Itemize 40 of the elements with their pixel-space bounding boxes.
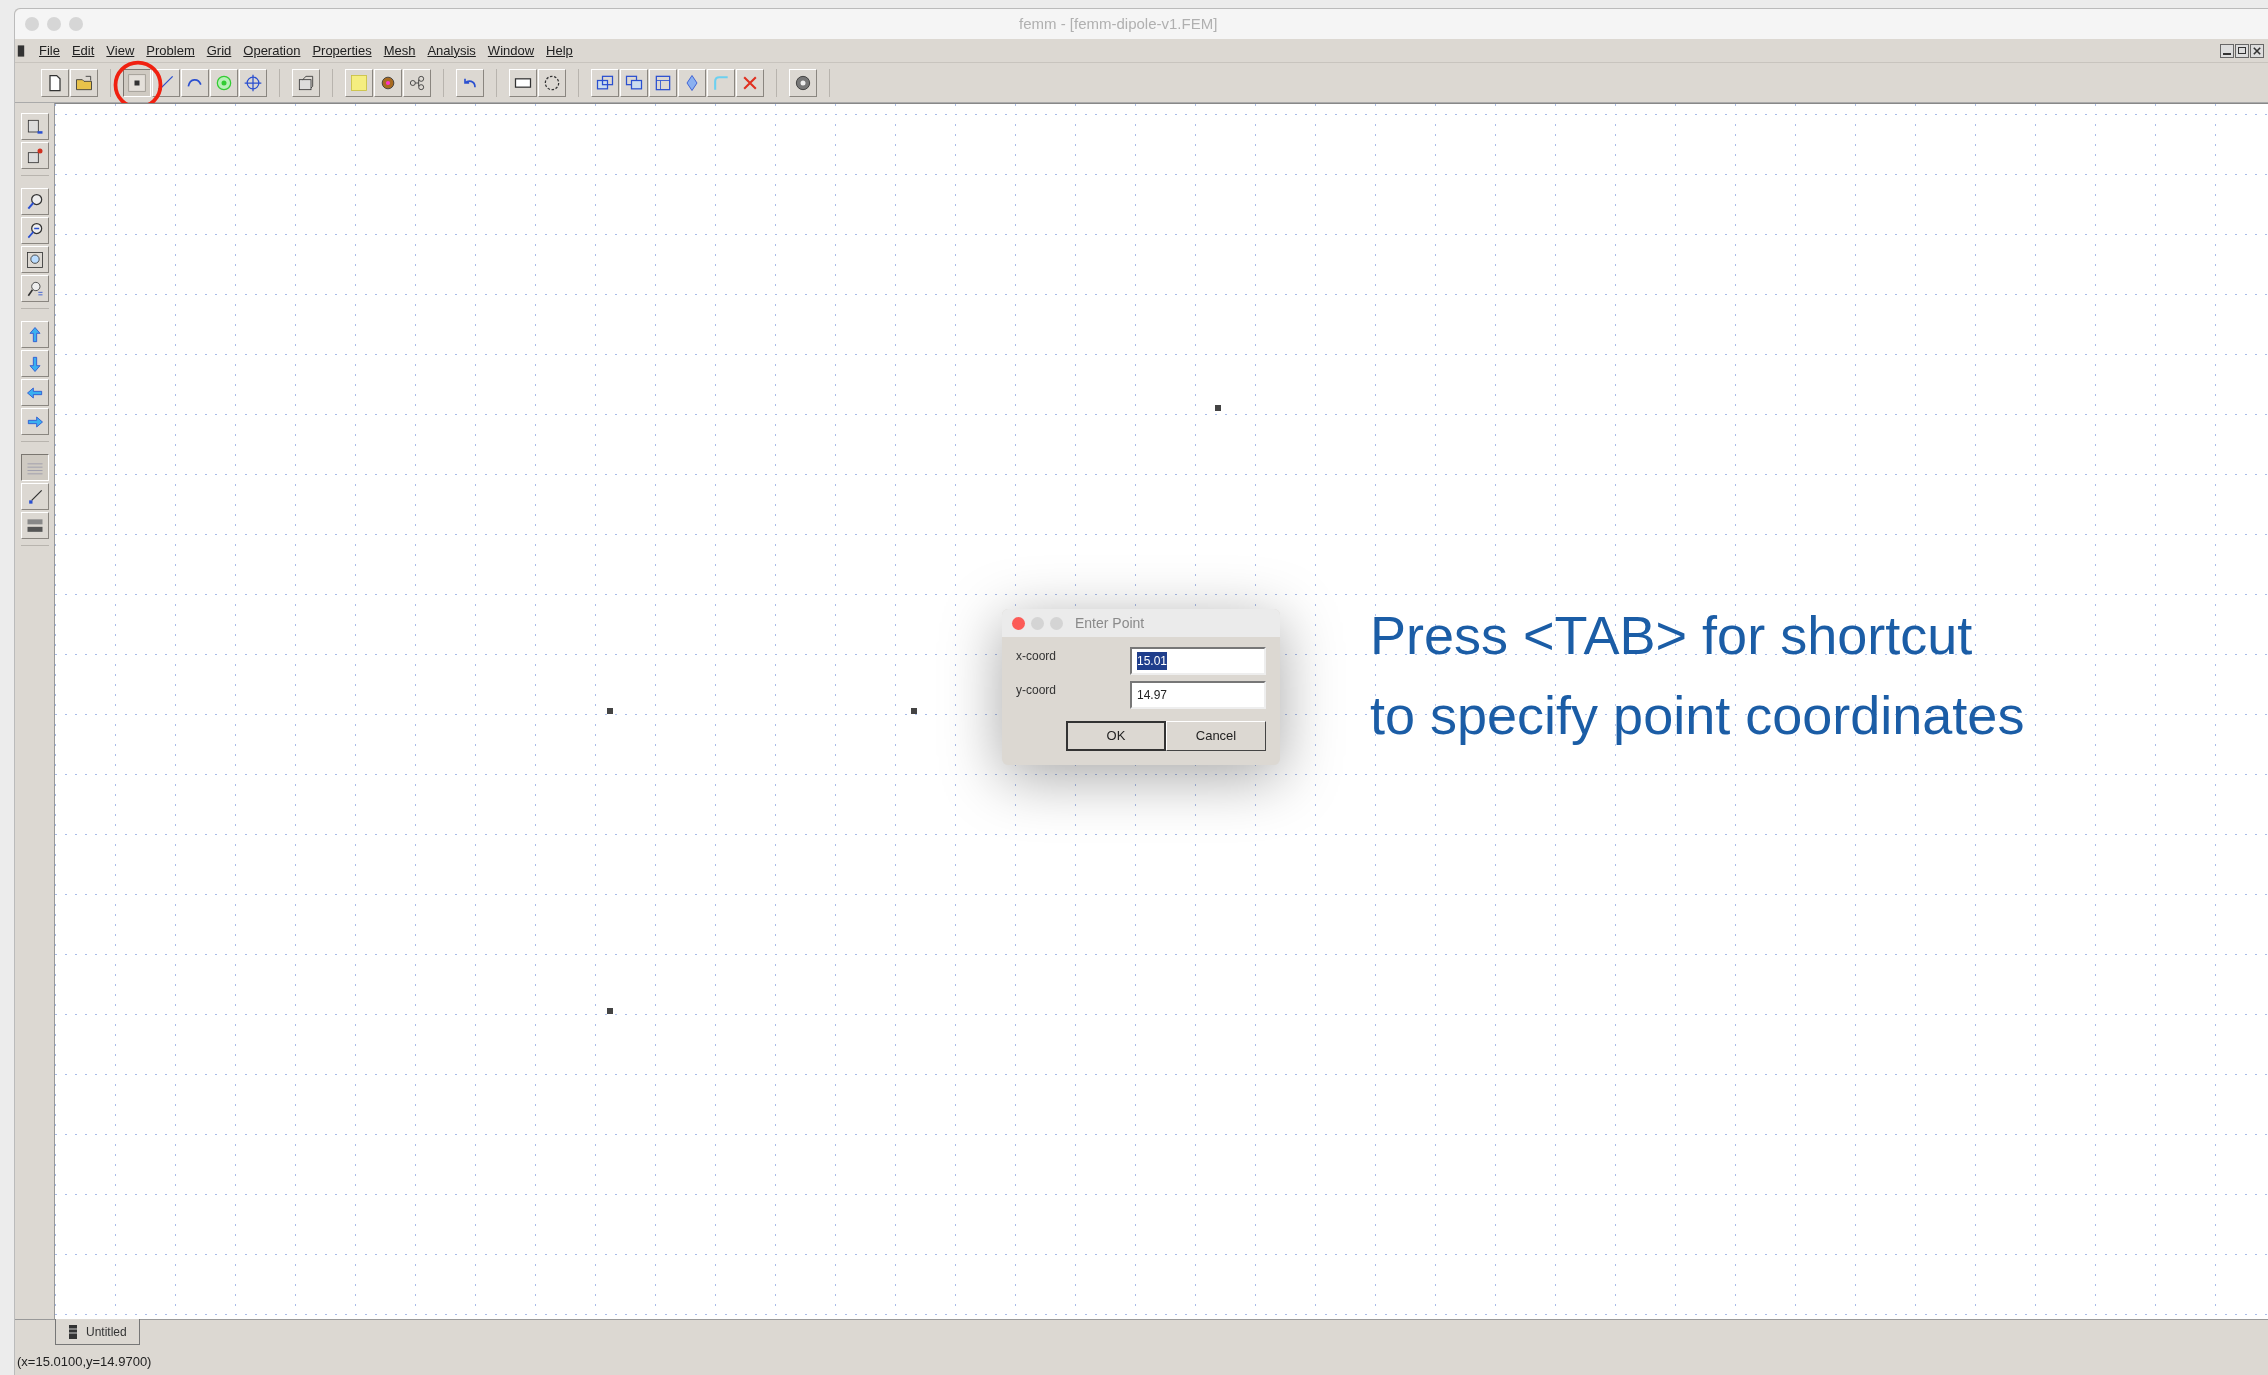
status-text: (x=15.0100,y=14.9700): [17, 1353, 152, 1372]
dialog-title: Enter Point: [1075, 613, 1145, 633]
dialog-button[interactable]: Cancel: [1166, 721, 1266, 751]
node-point[interactable]: [1215, 405, 1221, 411]
node-point[interactable]: [911, 708, 917, 714]
dialog-button[interactable]: OK: [1066, 721, 1166, 751]
restore-icon[interactable]: [2235, 43, 2249, 58]
menu-item[interactable]: Analysis: [421, 40, 482, 61]
menu-item[interactable]: Window: [481, 40, 541, 61]
input-field[interactable]: 14.97: [1130, 681, 1266, 709]
callout-text: Press <TAB> for shortcut: [1370, 604, 1974, 666]
node-point[interactable]: [607, 1008, 613, 1014]
menu-item[interactable]: Mesh: [377, 40, 422, 61]
menu-item[interactable]: Help: [540, 40, 579, 61]
drawing-canvas[interactable]: Enter Point x-coord 15.01 y-coord 14.97 OK Cancel Press <TAB> for shortcut to specify point coordinates: [55, 103, 2268, 1319]
zoom-fit-icon: [24, 249, 45, 270]
callout-text: to specify point coordinates: [1370, 684, 2025, 746]
close-window-button[interactable]: [1012, 616, 1025, 630]
menu-item[interactable]: Grid: [200, 40, 238, 61]
field-label: y-coord: [1016, 682, 1056, 699]
field-value: 14.97: [1137, 687, 1168, 704]
menu-item[interactable]: Problem: [140, 40, 201, 61]
document-tab[interactable]: Untitled: [55, 1319, 140, 1345]
node-point[interactable]: [607, 708, 613, 714]
square-icon: [349, 72, 369, 93]
menu-item[interactable]: Properties: [306, 40, 378, 61]
menu-item[interactable]: View: [100, 40, 141, 61]
document-icon: [68, 1323, 78, 1340]
minimize-icon[interactable]: [2220, 43, 2234, 58]
input-field[interactable]: 15.01: [1130, 647, 1266, 675]
window-title: femm - [femm-dipole-v1.FEM]: [1019, 13, 1218, 34]
menu-item[interactable]: Edit: [65, 40, 101, 61]
close-icon[interactable]: [2250, 43, 2264, 58]
document-icon: [17, 42, 25, 59]
menu-item[interactable]: Operation: [237, 40, 307, 61]
menu-item[interactable]: File: [33, 40, 66, 61]
crosshair-icon: [243, 72, 263, 93]
tab-label: Untitled: [86, 1323, 127, 1341]
field-value: 15.01: [1137, 652, 1168, 670]
field-label: x-coord: [1016, 648, 1056, 665]
